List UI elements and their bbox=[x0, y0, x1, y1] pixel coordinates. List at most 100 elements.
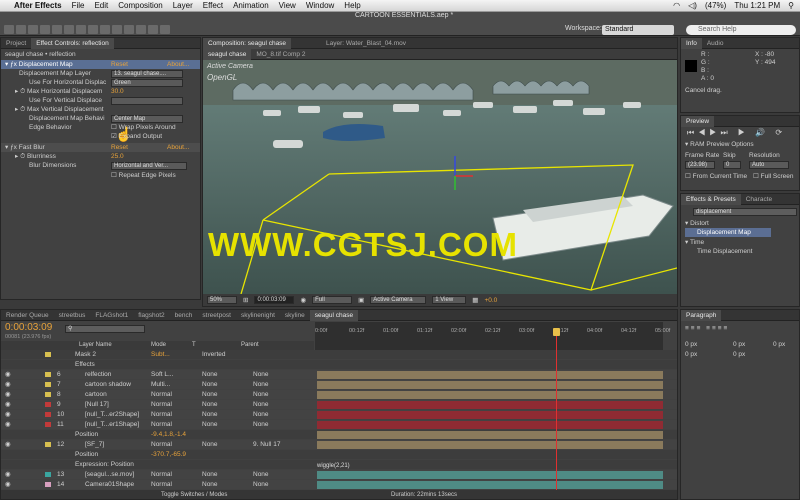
effect-header-displacement-map[interactable]: ▾ ƒx Displacement Map Reset About... bbox=[1, 60, 200, 69]
full-screen-checkbox[interactable]: ☐ Full Screen bbox=[753, 172, 794, 181]
wifi-icon[interactable]: ◠ bbox=[673, 1, 680, 10]
layer-row[interactable]: Mask 2 Subt... Inverted bbox=[1, 350, 677, 359]
layer-parent[interactable]: None bbox=[253, 480, 269, 489]
label-color-swatch[interactable] bbox=[45, 382, 51, 387]
expression-text[interactable]: wiggle(2,21) bbox=[317, 463, 350, 469]
layer-duration-bar[interactable] bbox=[317, 361, 663, 369]
label-color-swatch[interactable] bbox=[45, 422, 51, 427]
layer-duration-bar[interactable] bbox=[317, 371, 663, 379]
layer-trkmat[interactable]: Inverted bbox=[202, 350, 226, 359]
menu-help[interactable]: Help bbox=[344, 1, 360, 10]
label-color-swatch[interactable] bbox=[45, 482, 51, 487]
layer-name[interactable]: cartoon shadow bbox=[85, 380, 131, 389]
layer-name[interactable]: [SF_7] bbox=[85, 440, 104, 449]
layer-row[interactable]: ◉ 8 cartoon Normal None None bbox=[1, 390, 677, 399]
layer-row[interactable]: Expression: Position wiggle(2,21) bbox=[1, 460, 677, 469]
layer-row[interactable]: ◉ 10 [null_T...er2Shape] Normal None None bbox=[1, 410, 677, 419]
effect-item-displacement-map[interactable]: Displacement Map bbox=[685, 228, 771, 237]
time-ruler[interactable]: 0:00f 00:12f 01:00f 01:12f 02:00f 02:12f 03:00… bbox=[315, 322, 670, 350]
puppet-tool-icon[interactable] bbox=[160, 25, 170, 34]
align-buttons[interactable]: ≡≡≡ ≡≡≡≡ bbox=[685, 324, 729, 333]
tab-preview[interactable]: Preview bbox=[681, 115, 715, 127]
layer-mode[interactable]: Normal bbox=[151, 420, 172, 429]
disp-layer-select[interactable]: 13. seagul chase.... bbox=[111, 70, 183, 78]
timeline-tab[interactable]: streetbus bbox=[54, 310, 91, 321]
menu-window[interactable]: Window bbox=[306, 1, 334, 10]
behavior-select[interactable]: Center Map bbox=[111, 115, 183, 123]
layer-name[interactable]: [Null 17] bbox=[85, 400, 109, 409]
label-color-swatch[interactable] bbox=[45, 412, 51, 417]
layer-name[interactable]: Camera01Shape bbox=[85, 480, 134, 489]
eye-icon[interactable]: ◉ bbox=[5, 390, 11, 399]
wrap-checkbox[interactable]: ☐ Wrap Pixels Around bbox=[111, 123, 176, 132]
layer-duration-bar[interactable] bbox=[317, 411, 663, 419]
use-v-select[interactable] bbox=[111, 97, 183, 105]
timeline-current-time[interactable]: 0:00:03:09 bbox=[5, 322, 52, 333]
col-t[interactable]: T bbox=[192, 341, 196, 350]
layer-parent[interactable]: None bbox=[253, 470, 269, 479]
from-current-checkbox[interactable]: ☐ From Current Time bbox=[685, 172, 747, 181]
layer-mode[interactable]: Multi... bbox=[151, 380, 170, 389]
blur-dim-select[interactable]: Horizontal and Ver... bbox=[111, 162, 187, 170]
layer-row[interactable]: ◉ 6 relfection Soft L... None None bbox=[1, 370, 677, 379]
resolution-select[interactable]: Full bbox=[312, 296, 353, 304]
layer-mode[interactable]: Subt... bbox=[151, 350, 170, 359]
layer-parent[interactable]: None bbox=[253, 390, 269, 399]
layer-duration-bar[interactable]: wiggle(2,21) bbox=[317, 461, 663, 469]
camera-view-select[interactable]: Active Camera bbox=[370, 296, 427, 304]
layer-duration-bar[interactable] bbox=[317, 401, 663, 409]
subtab-mo8-comp[interactable]: MO_8.tif Comp 2 bbox=[251, 49, 310, 60]
pan-behind-tool-icon[interactable] bbox=[64, 25, 74, 34]
reset-link[interactable]: Reset bbox=[111, 143, 128, 152]
eraser-tool-icon[interactable] bbox=[136, 25, 146, 34]
spotlight-icon[interactable]: ⚲ bbox=[788, 1, 794, 10]
eye-icon[interactable]: ◉ bbox=[5, 470, 11, 479]
app-menu[interactable]: After Effects bbox=[14, 1, 62, 10]
layer-parent[interactable]: 9. Null 17 bbox=[253, 440, 280, 449]
playhead-handle[interactable] bbox=[553, 328, 560, 336]
current-time-display[interactable]: 0:00:03:09 bbox=[254, 296, 295, 304]
layer-mode[interactable]: Normal bbox=[151, 470, 172, 479]
layer-trkmat[interactable]: None bbox=[202, 400, 218, 409]
layer-row[interactable]: Position -370.7,-65.9 bbox=[1, 450, 677, 459]
layer-row[interactable]: ◉ 9 [Null 17] Normal None None bbox=[1, 400, 677, 409]
current-time-indicator[interactable] bbox=[556, 330, 557, 499]
tab-composition[interactable]: Composition: seagul chase bbox=[203, 37, 292, 49]
exposure-value[interactable]: +0.0 bbox=[484, 297, 497, 304]
pen-tool-icon[interactable] bbox=[88, 25, 98, 34]
fx-icon[interactable]: ▾ ƒx bbox=[5, 144, 19, 151]
layer-trkmat[interactable]: None bbox=[202, 370, 218, 379]
timeline-search-input[interactable]: ⚲ bbox=[65, 325, 145, 333]
clone-stamp-tool-icon[interactable] bbox=[124, 25, 134, 34]
layer-duration-bar[interactable] bbox=[317, 471, 663, 479]
tab-layer[interactable]: Layer: Water_Blast_04.mov bbox=[321, 38, 411, 49]
layer-duration-bar[interactable] bbox=[317, 381, 663, 389]
layer-row[interactable]: Effects bbox=[1, 360, 677, 369]
eye-icon[interactable]: ◉ bbox=[5, 440, 11, 449]
layer-duration-bar[interactable] bbox=[317, 421, 663, 429]
resolution-select[interactable]: Auto bbox=[749, 161, 789, 169]
tab-audio[interactable]: Audio bbox=[702, 38, 729, 49]
layer-row[interactable]: Position -9.4,1.8,-1.4 bbox=[1, 430, 677, 439]
menu-composition[interactable]: Composition bbox=[118, 1, 162, 10]
layer-name[interactable]: Position bbox=[75, 430, 98, 439]
layer-mode[interactable]: Normal bbox=[151, 410, 172, 419]
layer-duration-bar[interactable] bbox=[317, 441, 663, 449]
layer-mode[interactable]: Soft L... bbox=[151, 370, 173, 379]
layer-trkmat[interactable]: None bbox=[202, 380, 218, 389]
category-time[interactable]: ▾ Time bbox=[685, 238, 704, 247]
space-after[interactable]: 0 px bbox=[733, 350, 745, 359]
eye-icon[interactable]: ◉ bbox=[5, 420, 11, 429]
layer-parent[interactable]: None bbox=[253, 410, 269, 419]
layer-name[interactable]: Mask 2 bbox=[75, 350, 96, 359]
layer-name[interactable]: cartoon bbox=[85, 390, 107, 399]
col-mode[interactable]: Mode bbox=[151, 341, 166, 350]
effect-header-fast-blur[interactable]: ▾ ƒx Fast Blur Reset About... bbox=[1, 143, 200, 152]
selection-tool-icon[interactable] bbox=[4, 25, 14, 34]
layer-duration-bar[interactable] bbox=[317, 451, 663, 459]
indent-right[interactable]: 0 px bbox=[733, 340, 745, 349]
layer-duration-bar[interactable] bbox=[317, 391, 663, 399]
timeline-tab[interactable]: streetpost bbox=[197, 310, 236, 321]
battery-status[interactable]: (47%) bbox=[705, 1, 726, 10]
layer-name[interactable]: [seagul...se.mov] bbox=[85, 470, 134, 479]
